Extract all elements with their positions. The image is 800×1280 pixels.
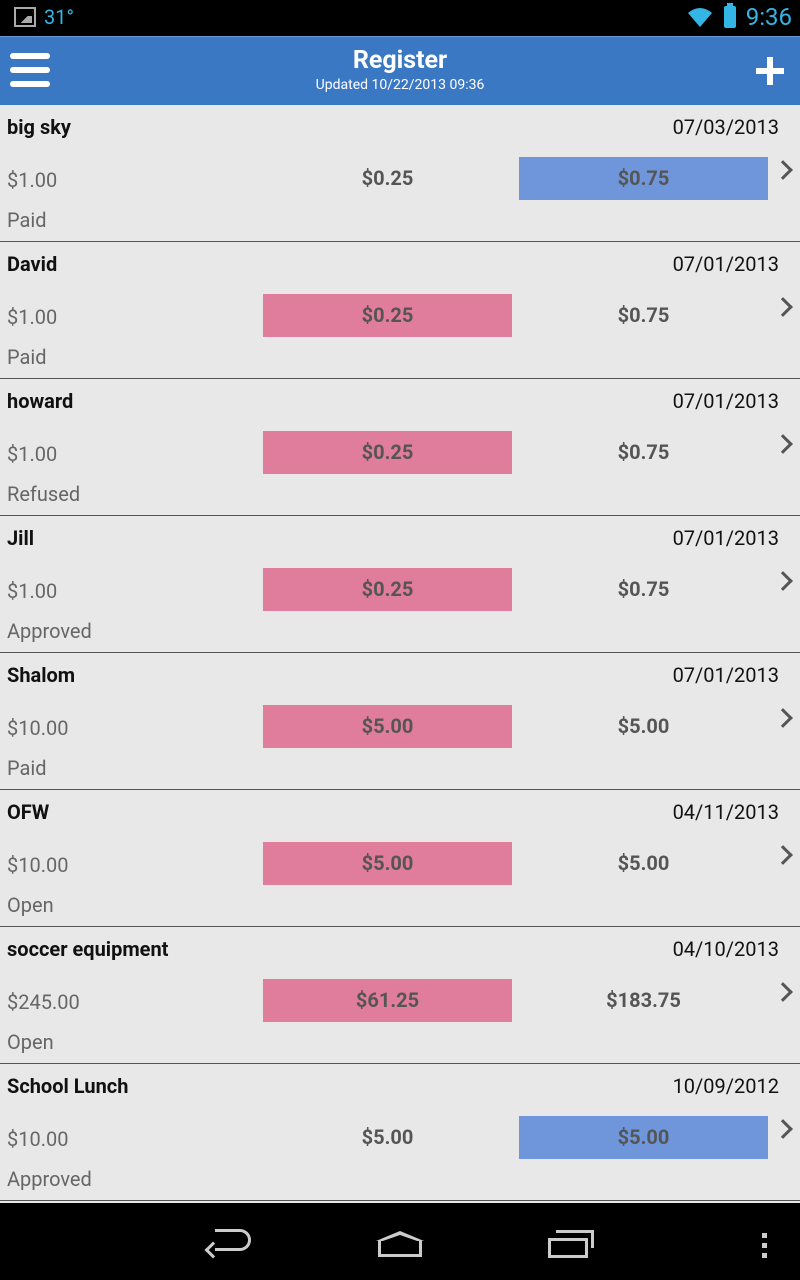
item-total: $10.00 bbox=[7, 716, 69, 740]
item-amount-2: $0.75 bbox=[617, 303, 670, 327]
item-amount-1: $5.00 bbox=[361, 1125, 414, 1149]
list-item[interactable]: David 07/01/2013 $1.00 $0.25 $0.75 Paid bbox=[0, 242, 800, 379]
item-amount-2: $5.00 bbox=[519, 1116, 768, 1159]
item-date: 07/03/2013 bbox=[672, 115, 779, 139]
list-item[interactable]: OFW 04/11/2013 $10.00 $5.00 $5.00 Open bbox=[0, 790, 800, 927]
item-status: Open bbox=[7, 893, 54, 917]
item-status: Paid bbox=[7, 756, 47, 780]
status-bar: 31° 9:36 bbox=[0, 0, 800, 33]
status-right: 9:36 bbox=[686, 3, 792, 31]
home-icon[interactable] bbox=[376, 1231, 424, 1257]
title-block: Register Updated 10/22/2013 09:36 bbox=[200, 45, 600, 93]
item-amount-2: $0.75 bbox=[519, 157, 768, 200]
item-date: 04/11/2013 bbox=[672, 800, 779, 824]
item-total: $1.00 bbox=[7, 305, 58, 329]
list-item[interactable]: big sky 07/03/2013 $1.00 $0.25 $0.75 Pai… bbox=[0, 105, 800, 242]
chevron-right-icon bbox=[773, 1119, 793, 1139]
item-amount-1: $0.25 bbox=[361, 166, 414, 190]
gallery-notification-icon bbox=[14, 7, 36, 27]
list-item[interactable]: School Lunch 10/09/2012 $10.00 $5.00 $5.… bbox=[0, 1064, 800, 1201]
hamburger-menu-icon[interactable] bbox=[10, 51, 50, 91]
page-title: Register bbox=[352, 46, 448, 75]
item-name: big sky bbox=[7, 115, 71, 139]
item-status: Paid bbox=[7, 208, 47, 232]
chevron-right-icon bbox=[773, 160, 793, 180]
item-date: 07/01/2013 bbox=[672, 389, 779, 413]
item-name: Jill bbox=[7, 526, 35, 550]
item-amount-1: $0.25 bbox=[263, 294, 512, 337]
register-list: big sky 07/03/2013 $1.00 $0.25 $0.75 Pai… bbox=[0, 105, 800, 1203]
item-name: OFW bbox=[7, 800, 50, 824]
item-amount-2: $5.00 bbox=[617, 851, 670, 875]
list-item[interactable]: Shalom 07/01/2013 $10.00 $5.00 $5.00 Pai… bbox=[0, 653, 800, 790]
chevron-right-icon bbox=[773, 845, 793, 865]
item-status: Approved bbox=[7, 1167, 92, 1191]
back-icon[interactable] bbox=[204, 1229, 253, 1259]
chevron-right-icon bbox=[773, 708, 793, 728]
chevron-right-icon bbox=[773, 297, 793, 317]
item-name: School Lunch bbox=[7, 1074, 129, 1098]
action-bar: Register Updated 10/22/2013 09:36 bbox=[0, 36, 800, 105]
item-amount-1: $5.00 bbox=[263, 842, 512, 885]
chevron-right-icon bbox=[773, 434, 793, 454]
item-total: $1.00 bbox=[7, 168, 58, 192]
list-item[interactable]: Jill 07/01/2013 $1.00 $0.25 $0.75 Approv… bbox=[0, 516, 800, 653]
item-amount-1: $0.25 bbox=[263, 431, 512, 474]
item-name: David bbox=[7, 252, 58, 276]
item-status: Open bbox=[7, 1030, 54, 1054]
item-total: $245.00 bbox=[7, 990, 80, 1014]
item-amount-2: $0.75 bbox=[617, 440, 670, 464]
status-left: 31° bbox=[14, 5, 74, 29]
plus-icon[interactable] bbox=[756, 57, 784, 85]
item-total: $1.00 bbox=[7, 579, 58, 603]
item-name: howard bbox=[7, 389, 74, 413]
chevron-right-icon bbox=[773, 982, 793, 1002]
temperature-text: 31° bbox=[44, 5, 74, 29]
overflow-menu-icon[interactable] bbox=[762, 1233, 768, 1259]
item-date: 07/01/2013 bbox=[672, 252, 779, 276]
item-total: $10.00 bbox=[7, 853, 69, 877]
recent-apps-icon[interactable] bbox=[548, 1230, 594, 1258]
wifi-icon bbox=[687, 8, 712, 27]
item-date: 07/01/2013 bbox=[672, 663, 779, 687]
item-name: Shalom bbox=[7, 663, 76, 687]
battery-icon bbox=[723, 3, 736, 28]
item-total: $1.00 bbox=[7, 442, 58, 466]
item-date: 10/09/2012 bbox=[672, 1074, 779, 1098]
page-subtitle: Updated 10/22/2013 09:36 bbox=[315, 77, 485, 93]
item-amount-1: $0.25 bbox=[263, 568, 512, 611]
item-amount-2: $0.75 bbox=[617, 577, 670, 601]
item-date: 04/10/2013 bbox=[672, 937, 779, 961]
system-nav-bar bbox=[0, 1203, 800, 1280]
item-total: $10.00 bbox=[7, 1127, 69, 1151]
list-item[interactable]: soccer equipment 04/10/2013 $245.00 $61.… bbox=[0, 927, 800, 1064]
item-status: Paid bbox=[7, 345, 47, 369]
item-amount-2: $183.75 bbox=[606, 988, 681, 1012]
item-name: soccer equipment bbox=[7, 937, 169, 961]
item-amount-1: $5.00 bbox=[263, 705, 512, 748]
item-date: 07/01/2013 bbox=[672, 526, 779, 550]
item-status: Approved bbox=[7, 619, 92, 643]
item-amount-1: $61.25 bbox=[263, 979, 512, 1022]
chevron-right-icon bbox=[773, 571, 793, 591]
item-amount-2: $5.00 bbox=[617, 714, 670, 738]
item-status: Refused bbox=[7, 482, 81, 506]
list-item[interactable]: howard 07/01/2013 $1.00 $0.25 $0.75 Refu… bbox=[0, 379, 800, 516]
clock-text: 9:36 bbox=[745, 3, 792, 31]
